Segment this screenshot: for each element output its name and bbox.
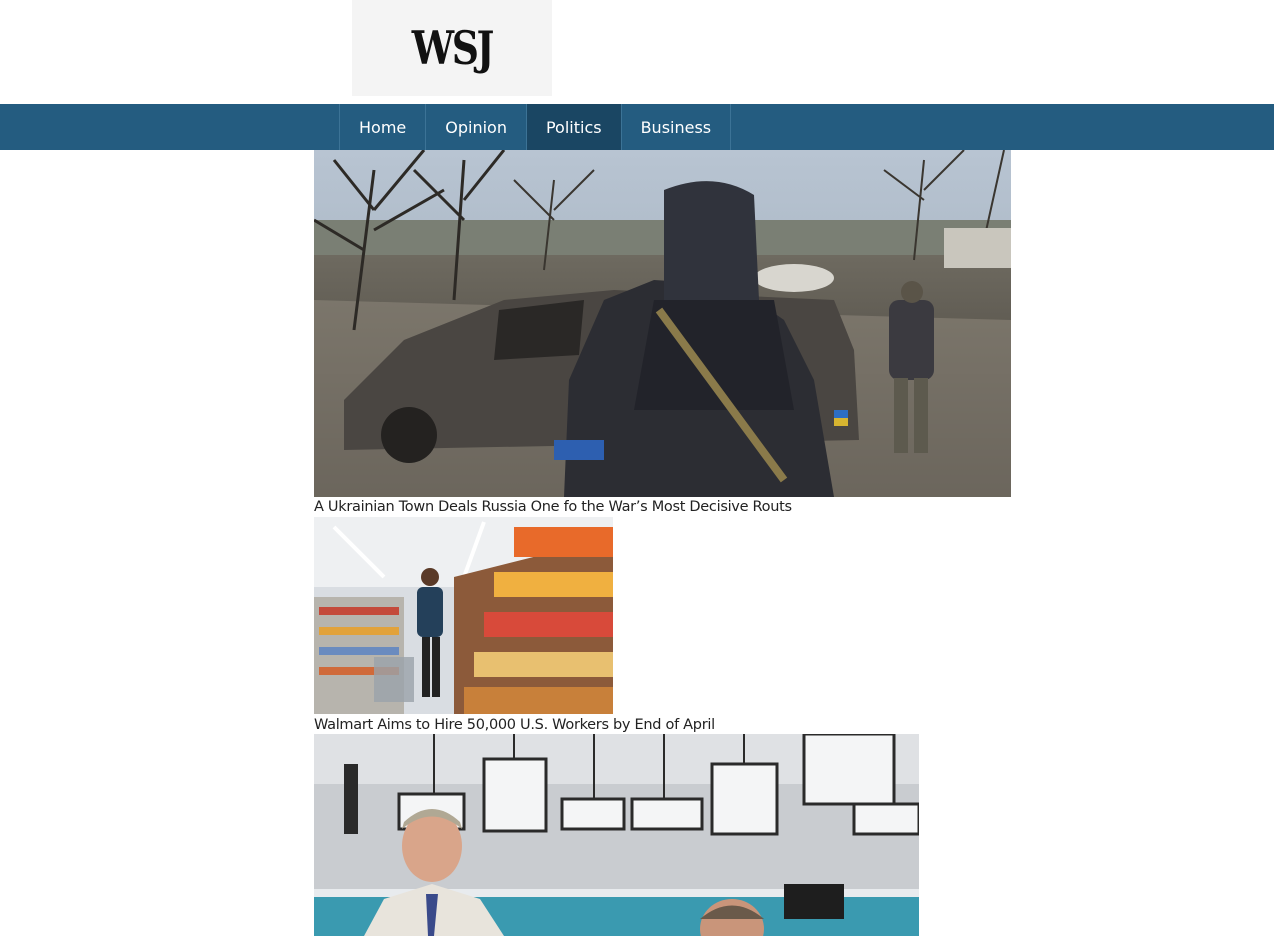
page: WSJ Home Opinion Politics Business A Ukr… bbox=[0, 0, 1274, 936]
wsj-logo[interactable]: WSJ bbox=[352, 0, 552, 96]
main-navbar: Home Opinion Politics Business bbox=[0, 104, 1274, 150]
nav-item-politics[interactable]: Politics bbox=[526, 104, 622, 150]
article-image-ukraine[interactable] bbox=[314, 150, 1011, 497]
nav-item-business[interactable]: Business bbox=[622, 104, 732, 150]
article-image-walmart[interactable] bbox=[314, 517, 613, 714]
article-title[interactable]: Walmart Aims to Hire 50,000 U.S. Workers… bbox=[314, 715, 715, 735]
logo-text: WSJ bbox=[411, 21, 495, 75]
article-image-studio[interactable] bbox=[314, 734, 919, 936]
nav-item-opinion[interactable]: Opinion bbox=[426, 104, 527, 150]
nav-item-home[interactable]: Home bbox=[340, 104, 427, 150]
article-title[interactable]: A Ukrainian Town Deals Russia One fo the… bbox=[314, 497, 792, 517]
nav-list: Home Opinion Politics Business bbox=[339, 104, 732, 150]
